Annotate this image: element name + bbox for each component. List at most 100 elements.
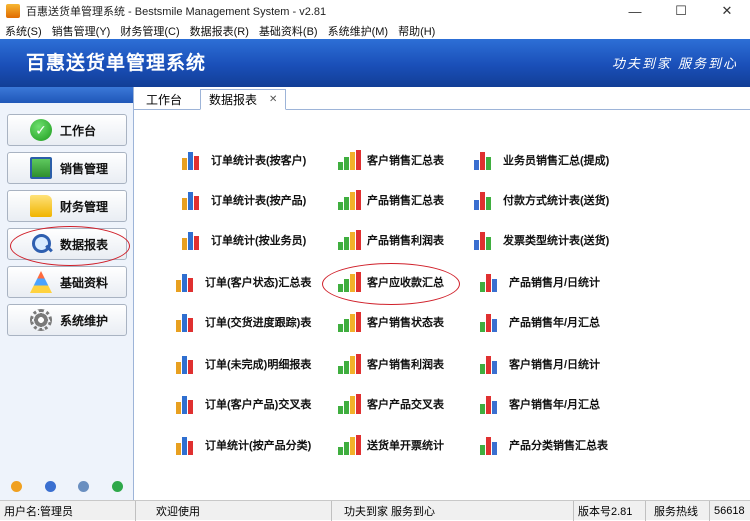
report-item[interactable]: 产品分类销售汇总表: [480, 435, 608, 455]
bar-chart-icon: [480, 354, 504, 374]
report-item[interactable]: 订单统计表(按客户): [182, 150, 306, 170]
bar-chart-icon: [182, 230, 206, 250]
report-item[interactable]: 订单(未完成)明细报表: [176, 354, 311, 374]
close-icon[interactable]: ✕: [269, 94, 277, 105]
bar-chart-icon: [176, 272, 200, 292]
report-item[interactable]: 订单统计(按业务员): [182, 230, 306, 250]
status-welcome: 欢迎使用: [136, 500, 332, 521]
report-label: 客户产品交叉表: [367, 399, 444, 411]
bar-chart-icon: [338, 435, 362, 455]
app-icon: [6, 4, 20, 18]
bar-chart-icon: [176, 354, 200, 374]
bar-chart-icon: [480, 312, 504, 332]
bar-chart-icon: [176, 394, 200, 414]
report-label: 订单(交货进度跟踪)表: [205, 317, 312, 329]
report-item[interactable]: 产品销售汇总表: [338, 190, 444, 210]
tab-data-reports[interactable]: 数据报表 ✕: [200, 89, 287, 110]
report-label: 客户销售月/日统计: [509, 359, 601, 371]
bar-chart-icon: [474, 190, 498, 210]
menu-system[interactable]: 系统(S): [0, 23, 47, 39]
menu-bar: 系统(S) 销售管理(Y) 财务管理(C) 数据报表(R) 基础资料(B) 系统…: [0, 22, 750, 39]
report-label: 发票类型统计表(送货): [503, 235, 610, 247]
report-item[interactable]: 订单(交货进度跟踪)表: [176, 312, 311, 332]
menu-sales[interactable]: 销售管理(Y): [47, 23, 116, 39]
search-small-icon[interactable]: [78, 481, 90, 492]
sidebar-item-finance[interactable]: 财务管理: [7, 190, 127, 222]
gear-icon: [30, 309, 52, 331]
sidebar-item-label: 销售管理: [60, 161, 109, 176]
report-item[interactable]: 客户销售年/月汇总: [480, 394, 600, 414]
bar-chart-icon: [176, 312, 200, 332]
maximize-button[interactable]: ☐: [658, 0, 704, 22]
report-label: 客户销售利润表: [367, 359, 444, 371]
report-label: 订单统计(按业务员): [211, 235, 307, 247]
menu-maintenance[interactable]: 系统维护(M): [323, 23, 394, 39]
sidebar: ✓ 工作台 销售管理 财务管理 数据报表 基础资料 系统维护: [0, 87, 134, 500]
report-item[interactable]: 客户产品交叉表: [338, 394, 444, 414]
sidebar-item-label: 工作台: [60, 123, 97, 138]
report-item[interactable]: 送货单开票统计: [338, 435, 444, 455]
bar-chart-icon: [338, 150, 362, 170]
report-item[interactable]: 订单(客户状态)汇总表: [176, 272, 311, 292]
report-label: 产品销售月/日统计: [509, 277, 601, 289]
folder-small-icon[interactable]: [11, 481, 23, 492]
status-version: 版本号2.81: [574, 500, 646, 521]
report-item[interactable]: 客户销售汇总表: [338, 150, 444, 170]
status-slogan: 功夫到家 服务到心: [332, 500, 574, 521]
menu-help[interactable]: 帮助(H): [393, 23, 440, 39]
bar-chart-icon: [338, 394, 362, 414]
refresh-icon[interactable]: [111, 481, 123, 492]
sidebar-item-label: 财务管理: [60, 199, 109, 214]
report-item[interactable]: 订单统计(按产品分类): [176, 435, 311, 455]
window-title: 百惠送货单管理系统 - Bestsmile Management System …: [26, 6, 327, 18]
report-label: 送货单开票统计: [367, 440, 444, 452]
close-button[interactable]: ✕: [704, 0, 750, 22]
report-label: 付款方式统计表(送货): [503, 195, 610, 207]
window-controls: — ☐ ✕: [612, 0, 750, 22]
sidebar-bottom-icons: [0, 481, 134, 492]
minimize-button[interactable]: —: [612, 0, 658, 22]
tab-bar: 工作台 数据报表 ✕: [134, 87, 750, 110]
report-label: 订单(客户状态)汇总表: [205, 277, 312, 289]
bar-chart-icon: [182, 150, 206, 170]
report-label: 订单统计表(按客户): [211, 155, 307, 167]
report-item[interactable]: 发票类型统计表(送货): [474, 230, 609, 250]
report-label: 产品销售汇总表: [367, 195, 444, 207]
report-item[interactable]: 订单统计表(按产品): [182, 190, 306, 210]
sidebar-item-label: 系统维护: [60, 313, 109, 328]
report-item[interactable]: 客户销售状态表: [338, 312, 444, 332]
window-icon: [30, 157, 52, 179]
report-item[interactable]: 客户销售月/日统计: [480, 354, 600, 374]
sidebar-item-workbench[interactable]: ✓ 工作台: [7, 114, 127, 146]
report-label: 订单统计表(按产品): [211, 195, 307, 207]
report-panel: 订单统计表(按客户) 订单统计表(按产品) 订单统计(按业务员) 订单(客户状态…: [134, 110, 750, 500]
report-item[interactable]: 付款方式统计表(送货): [474, 190, 609, 210]
title-bar: 百惠送货单管理系统 - Bestsmile Management System …: [0, 0, 750, 22]
report-item[interactable]: 产品销售月/日统计: [480, 272, 600, 292]
bar-chart-icon: [182, 190, 206, 210]
report-item[interactable]: 产品销售年/月汇总: [480, 312, 600, 332]
report-label: 产品分类销售汇总表: [509, 440, 608, 452]
menu-basic-data[interactable]: 基础资料(B): [254, 23, 323, 39]
report-item[interactable]: 产品销售利润表: [338, 230, 444, 250]
tab-workbench[interactable]: 工作台: [138, 89, 190, 110]
report-item[interactable]: 业务员销售汇总(提成): [474, 150, 609, 170]
report-item[interactable]: 订单(客户产品)交叉表: [176, 394, 311, 414]
report-label: 订单统计(按产品分类): [205, 440, 312, 452]
bar-chart-icon: [338, 190, 362, 210]
status-bar: 用户名:管理员 欢迎使用 功夫到家 服务到心 版本号2.81 服务热线 5661…: [0, 500, 750, 521]
bar-chart-icon: [480, 394, 504, 414]
info-icon[interactable]: [44, 481, 56, 492]
status-user: 用户名:管理员: [0, 500, 136, 521]
sidebar-item-maintenance[interactable]: 系统维护: [7, 304, 127, 336]
sidebar-item-label: 基础资料: [60, 275, 109, 290]
sidebar-item-basic-data[interactable]: 基础资料: [7, 266, 127, 298]
sidebar-item-sales[interactable]: 销售管理: [7, 152, 127, 184]
report-item[interactable]: 客户销售利润表: [338, 354, 444, 374]
menu-reports[interactable]: 数据报表(R): [185, 23, 254, 39]
report-label: 订单(未完成)明细报表: [205, 359, 312, 371]
bar-chart-icon: [474, 150, 498, 170]
menu-finance[interactable]: 财务管理(C): [115, 23, 184, 39]
report-label: 客户销售汇总表: [367, 155, 444, 167]
bar-chart-icon: [338, 230, 362, 250]
